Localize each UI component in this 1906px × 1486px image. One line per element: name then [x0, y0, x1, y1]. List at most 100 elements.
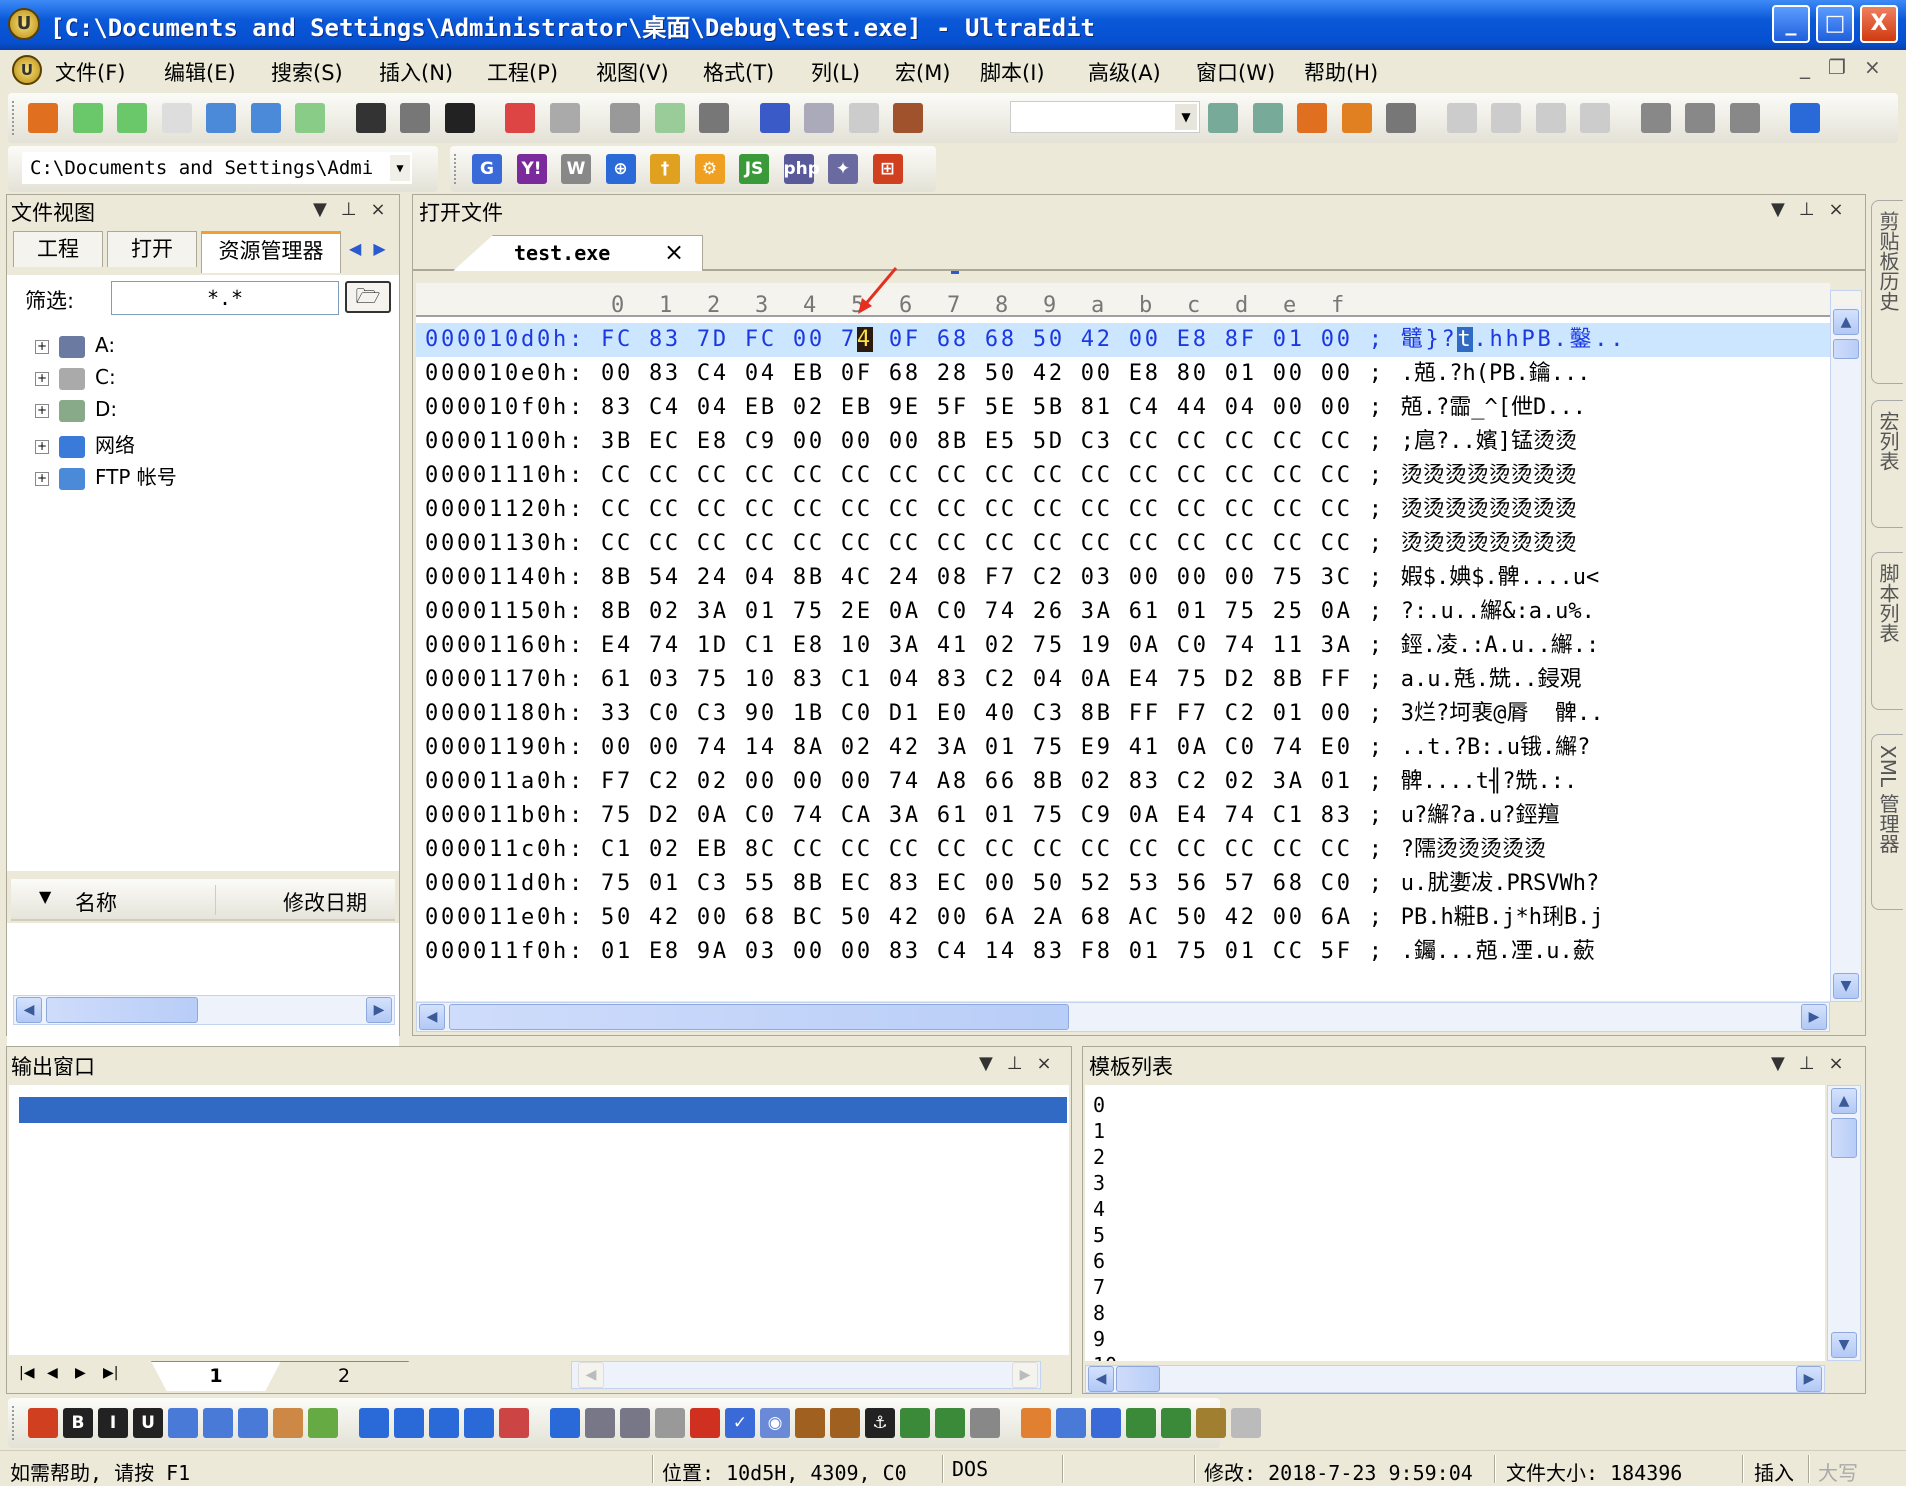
pin-icon[interactable]: ⊥ — [1799, 1053, 1829, 1074]
hex-bytes[interactable]: 00 00 74 14 8A 02 42 3A 01 75 E9 41 0A C… — [601, 735, 1353, 760]
hex-ascii[interactable]: 烫烫烫烫烫烫烫烫 — [1401, 531, 1577, 556]
panel-menu-icon[interactable]: ▼ — [1771, 199, 1799, 220]
back-icon[interactable] — [72, 103, 103, 133]
tab-open[interactable]: 打开 — [107, 231, 197, 267]
line-numbers-icon[interactable] — [549, 103, 580, 133]
print-preview-icon[interactable] — [400, 103, 430, 133]
radio-icon[interactable]: ◉ — [760, 1408, 790, 1438]
close-icon[interactable]: × — [1829, 199, 1858, 220]
hex-bytes[interactable]: F7 C2 02 00 00 00 74 A8 66 8B 02 83 C2 0… — [601, 769, 1353, 794]
path-combo[interactable]: C:\Documents and Settings\Admi ▼ — [22, 152, 412, 184]
window-split-icon[interactable] — [1640, 103, 1671, 133]
template-item[interactable]: 4 — [1093, 1197, 1105, 1221]
tree-item[interactable]: + C: — [35, 365, 116, 395]
column-mode-icon[interactable] — [654, 103, 685, 133]
template-item[interactable]: 2 — [1093, 1145, 1105, 1169]
heading2-icon[interactable] — [394, 1408, 424, 1438]
scroll-left-icon[interactable]: ◀ — [16, 997, 42, 1023]
tab-explorer[interactable]: 资源管理器 — [201, 231, 341, 273]
scroll-thumb[interactable] — [1116, 1366, 1160, 1392]
status-insert-mode[interactable]: 插入 — [1754, 1457, 1794, 1485]
replace-icon[interactable] — [1297, 103, 1327, 133]
menu-item[interactable]: 文件(F) — [55, 57, 125, 87]
chevron-left-icon[interactable]: ◀ — [349, 239, 373, 258]
word-wrap-icon[interactable] — [505, 103, 535, 133]
globe-icon[interactable] — [1790, 103, 1820, 133]
scroll-up-icon[interactable]: ▲ — [1831, 1088, 1857, 1114]
mdi-close-button[interactable]: × — [1864, 55, 1899, 79]
download-icon[interactable] — [295, 103, 325, 133]
side-tab-script-list[interactable]: 脚本列表 — [1871, 552, 1903, 710]
maximize-button[interactable]: □ — [1816, 5, 1854, 43]
hex-bytes[interactable]: 75 01 C3 55 8B EC 83 EC 00 50 52 53 56 5… — [601, 871, 1353, 896]
hex-row[interactable]: 000011b0h: 75 D2 0A C0 74 CA 3A 61 01 75… — [425, 799, 1559, 833]
hex-ascii[interactable]: ..t.?B:.u锇.繲? — [1401, 735, 1591, 760]
hex-ascii[interactable]: a.u.兞.兟..鋟覌 — [1401, 667, 1582, 692]
hex-bytes[interactable]: E4 74 1D C1 E8 10 3A 41 02 75 19 0A C0 7… — [601, 633, 1353, 658]
perl-icon[interactable]: ✦ — [828, 154, 858, 184]
indent-icon[interactable] — [168, 1408, 198, 1438]
hex-row[interactable]: 000011d0h: 75 01 C3 55 8B EC 83 EC 00 50… — [425, 867, 1599, 901]
msdn-icon[interactable]: ⊕ — [605, 154, 636, 184]
hex-row[interactable]: 00001180h: 33 C0 C3 90 1B C0 D1 E0 40 C3… — [425, 697, 1603, 731]
pin-icon[interactable]: ⊥ — [341, 199, 371, 220]
hex-row[interactable]: 00001100h: 3B EC E8 C9 00 00 00 8B E5 5D… — [425, 425, 1577, 459]
browser-preview-icon[interactable] — [1091, 1408, 1121, 1438]
hex-bytes[interactable]: 61 03 75 10 83 C1 04 83 C2 04 0A E4 75 D… — [601, 667, 1353, 692]
yahoo-icon[interactable]: Y! — [516, 154, 547, 184]
side-tab-clipboard-history[interactable]: 剪贴板历史 — [1871, 200, 1903, 384]
template-item[interactable]: 9 — [1093, 1327, 1105, 1351]
html-validate-icon[interactable] — [1056, 1408, 1086, 1438]
column-name[interactable]: 名称 — [75, 887, 117, 917]
tab-scroll-arrows[interactable]: ◀▶ — [349, 239, 398, 258]
template-item[interactable]: 0 — [1093, 1093, 1105, 1117]
side-tab-xml-manager[interactable]: XML 管理器 — [1871, 734, 1903, 910]
hex-row[interactable]: 000011a0h: F7 C2 02 00 00 00 74 A8 66 8B… — [425, 765, 1577, 799]
hex-ascii[interactable]: 鼊}? — [1401, 327, 1458, 352]
checkbox-icon[interactable]: ✓ — [725, 1408, 755, 1438]
output-nav-prev-icon[interactable]: ◀ — [47, 1365, 58, 1381]
form-icon[interactable] — [1161, 1408, 1191, 1438]
template-item[interactable]: 10 — [1093, 1353, 1117, 1361]
panel-menu-icon[interactable]: ▼ — [979, 1053, 1007, 1074]
expand-icon[interactable]: + — [35, 439, 49, 454]
scroll-left-icon[interactable]: ◀ — [1088, 1366, 1114, 1392]
expand-icon[interactable]: + — [35, 471, 49, 486]
hex-row[interactable]: 000010f0h: 83 C4 04 EB 02 EB 9E 5F 5E 5B… — [425, 391, 1586, 425]
list-icon[interactable] — [238, 1408, 268, 1438]
image-icon[interactable] — [795, 1408, 825, 1438]
output-tab-2[interactable]: 2 — [279, 1361, 409, 1391]
textbox-icon[interactable] — [585, 1408, 615, 1438]
hex-ascii[interactable]: u?繲?a.u?鋞羶 — [1401, 803, 1560, 828]
hex-row[interactable]: 00001140h: 8B 54 24 04 8B 4C 24 08 F7 C2… — [425, 561, 1599, 595]
frame-icon[interactable] — [1126, 1408, 1156, 1438]
hex-bytes[interactable]: 8B 02 3A 01 75 2E 0A C0 74 26 3A 61 01 7… — [601, 599, 1353, 624]
hex-row[interactable]: 000010d0h: FC 83 7D FC 00 74 0F 68 68 50… — [425, 323, 1626, 357]
scroll-thumb[interactable] — [1833, 339, 1859, 359]
menu-item[interactable]: 视图(V) — [596, 57, 669, 87]
menu-item[interactable]: 格式(T) — [703, 57, 774, 87]
copy-icon[interactable] — [848, 103, 879, 133]
scroll-down-icon[interactable]: ▼ — [1831, 1332, 1857, 1358]
hex-row[interactable]: 000011f0h: 01 E8 9A 03 00 00 83 C4 14 83… — [425, 935, 1595, 969]
hex-ascii[interactable]: 婽$.婰$.髀....u< — [1401, 565, 1599, 590]
template-item[interactable]: 3 — [1093, 1171, 1105, 1195]
hex-row[interactable]: 000011c0h: C1 02 EB 8C CC CC CC CC CC CC… — [425, 833, 1546, 867]
hex-bytes[interactable]: CC CC CC CC CC CC CC CC CC CC CC CC CC C… — [601, 463, 1353, 488]
tree-item[interactable]: + D: — [35, 397, 117, 427]
column-modified-date[interactable]: 修改日期 — [283, 887, 367, 917]
chevron-down-icon[interactable]: ▼ — [390, 155, 410, 181]
javascript-icon[interactable]: JS — [739, 154, 769, 184]
mdi-restore-button[interactable]: ❐ — [1828, 55, 1864, 79]
close-icon[interactable]: × — [371, 199, 400, 220]
scroll-thumb[interactable] — [46, 997, 198, 1023]
hex-row[interactable]: 000010e0h: 00 83 C4 04 EB 0F 68 28 50 42… — [425, 357, 1590, 391]
forward-icon[interactable] — [117, 103, 147, 133]
spell-check-icon[interactable] — [28, 1408, 58, 1438]
color-picker-icon[interactable] — [1021, 1408, 1051, 1438]
hex-bytes[interactable]: CC CC CC CC CC CC CC CC CC CC CC CC CC C… — [601, 531, 1353, 556]
minimize-button[interactable]: _ — [1772, 5, 1810, 43]
menu-item[interactable]: 高级(A) — [1088, 57, 1161, 87]
scroll-right-icon[interactable]: ▶ — [1801, 1004, 1827, 1030]
heading4-icon[interactable] — [464, 1408, 494, 1438]
